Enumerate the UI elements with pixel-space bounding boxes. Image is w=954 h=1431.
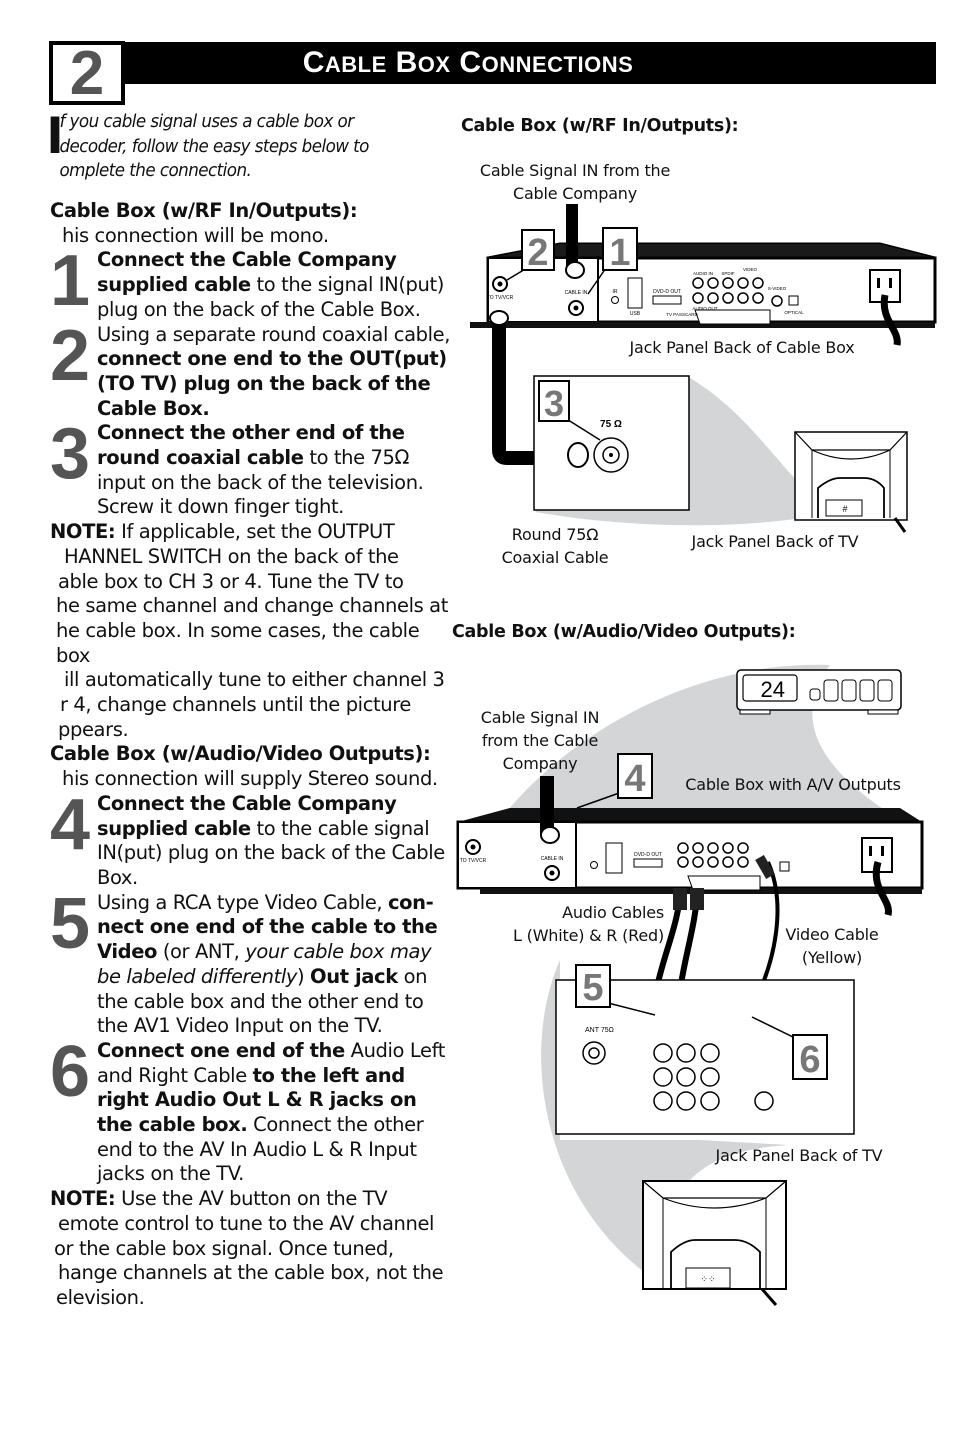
caption-line: Video Cable (785, 925, 879, 944)
passcard-slot (694, 309, 771, 325)
channel-display: 24 (761, 677, 785, 702)
svg-text:⁘⁘: ⁘⁘ (700, 1274, 715, 1284)
cable-box-front: 24 (736, 669, 902, 715)
ant-label: ANT 75Ω (585, 1027, 614, 1034)
callout-number: 2 (527, 232, 548, 274)
svg-text:#: # (842, 504, 847, 514)
caption-line: from the Cable (481, 731, 599, 750)
audio-cables-caption: Audio Cables L (White) & R (Red) (494, 901, 664, 947)
caption-line: Audio Cables (562, 903, 664, 922)
callout-number: 3 (544, 383, 564, 424)
ir-label: IR (613, 289, 618, 295)
optical-jack (788, 295, 799, 306)
video-label: VIDEO (743, 267, 758, 272)
passcard-label: TV PASSCARD (666, 312, 698, 317)
to-tv-label: TO TV/VCR (487, 295, 514, 301)
svideo-label: S-VIDEO (768, 286, 787, 291)
audio-in-label: AUDIO IN (693, 271, 713, 276)
tv-back-small: # (794, 431, 908, 533)
callout-number: 6 (799, 1039, 820, 1081)
callout-number: 5 (582, 967, 603, 1009)
svg-text:CABLE IN: CABLE IN (541, 856, 564, 862)
callout-number: 1 (609, 232, 630, 274)
usb-label: USB (630, 311, 641, 317)
video-cable-caption: Video Cable (Yellow) (778, 923, 886, 969)
cable-in-label: CABLE IN (565, 290, 588, 296)
ohm-label: 75 Ω (600, 419, 622, 430)
svideo-jack (771, 295, 783, 307)
caption-line: (Yellow) (801, 948, 863, 967)
svg-text:DVD-D OUT: DVD-D OUT (634, 852, 662, 858)
tv-caption-av: Jack Panel Back of TV (715, 1146, 883, 1165)
callout-number: 4 (624, 758, 645, 800)
caption-line: L (White) & R (Red) (513, 926, 664, 945)
caption-line: Cable Signal IN (480, 708, 600, 727)
incoming-cable (566, 204, 578, 270)
av-signal-label: Cable Signal IN from the Cable Company (470, 706, 610, 775)
optical-label: OPTICAL (784, 310, 804, 315)
caption-line: Company (502, 754, 578, 773)
usb-ports (627, 277, 643, 309)
tv-caption-rf: Jack Panel Back of TV (691, 532, 859, 551)
coax-plug (567, 442, 589, 468)
cable-connector (565, 261, 585, 279)
diagram-av-heading: Cable Box (w/Audio/Video Outputs): (452, 622, 796, 642)
caption-line: Round 75Ω (511, 525, 599, 544)
dvi-label: DVD-D OUT (653, 289, 681, 295)
av-box-caption: Cable Box with A/V Outputs (685, 775, 901, 794)
coax-caption: Round 75Ω Coaxial Cable (490, 523, 620, 569)
dvi-port (652, 295, 682, 305)
svg-text:TO TV/VCR: TO TV/VCR (460, 858, 487, 864)
tv-back-large: ⁘⁘ (642, 1180, 787, 1306)
caption-line: Coaxial Cable (501, 548, 609, 567)
cable-box-caption: Jack Panel Back of Cable Box (629, 338, 855, 357)
spdif-label: SPDIF (721, 271, 735, 276)
